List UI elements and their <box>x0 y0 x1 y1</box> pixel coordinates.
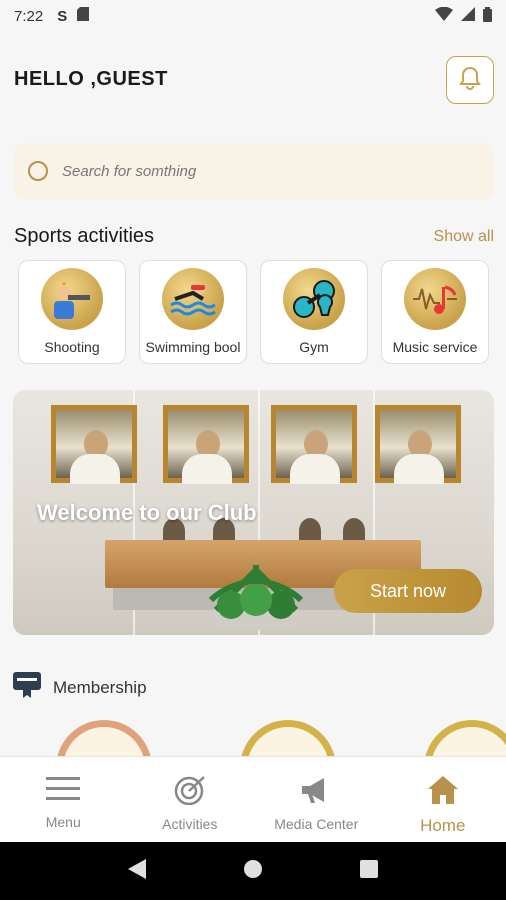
nav-label: Home <box>420 816 466 835</box>
portrait-frame <box>375 405 461 484</box>
greeting-title: HELLO ,GUEST <box>14 68 168 90</box>
target-icon <box>174 775 206 810</box>
membership-label: Membership <box>53 677 147 697</box>
bronze-tier-badge[interactable] <box>56 720 152 758</box>
sports-cards: Shooting Swimming bool Gym Music service <box>18 260 489 364</box>
nav-item-media-center[interactable]: Media Center <box>253 757 380 842</box>
membership-tiers <box>0 718 506 758</box>
membership-card-icon <box>13 672 41 703</box>
shooting-icon <box>41 268 103 330</box>
home-icon <box>427 775 459 810</box>
notifications-button[interactable] <box>446 56 494 104</box>
sport-label: Gym <box>299 339 329 355</box>
show-all-link[interactable]: Show all <box>434 228 494 246</box>
sport-label: Music service <box>392 339 478 355</box>
start-now-button[interactable]: Start now <box>334 569 482 613</box>
sport-card-shooting[interactable]: Shooting <box>18 260 126 364</box>
gold-tier-badge[interactable] <box>240 720 336 758</box>
megaphone-icon <box>300 775 332 810</box>
sport-label: Shooting <box>44 339 100 355</box>
bell-icon <box>459 66 481 95</box>
section-title-sports: Sports activities <box>14 225 155 247</box>
status-bar: 7:22 S <box>0 0 506 32</box>
home-circle-icon[interactable] <box>243 859 263 884</box>
battery-icon <box>483 6 492 26</box>
dumbbell-icon <box>283 268 345 330</box>
search-placeholder: Search for somthing <box>62 162 197 180</box>
nav-label: Menu <box>45 814 81 830</box>
sport-card-gym[interactable]: Gym <box>260 260 368 364</box>
clock: 7:22 <box>14 7 44 25</box>
sport-card-music[interactable]: Music service <box>381 260 489 364</box>
wifi-icon <box>435 6 453 25</box>
banner-title: Welcome to our Club <box>37 500 257 525</box>
nav-label: Media Center <box>274 816 359 832</box>
sport-label: Swimming bool <box>145 339 241 355</box>
nav-item-activities[interactable]: Activities <box>127 757 254 842</box>
gold-tier-badge-2[interactable] <box>424 720 506 758</box>
portrait-frame <box>163 405 249 484</box>
nav-label: Activities <box>162 816 218 832</box>
menu-icon <box>46 775 81 808</box>
music-icon <box>404 268 466 330</box>
swimming-icon <box>162 268 224 330</box>
nav-item-home[interactable]: Home <box>380 757 506 842</box>
portrait-frame <box>271 405 357 484</box>
system-navigation-bar <box>0 842 506 900</box>
plant-arrangement <box>206 565 306 630</box>
portrait-frame <box>51 405 137 484</box>
back-icon[interactable] <box>128 858 147 884</box>
recents-square-icon[interactable] <box>359 859 378 883</box>
sport-card-swimming[interactable]: Swimming bool <box>139 260 247 364</box>
signal-icon <box>461 7 475 25</box>
search-icon <box>28 161 48 181</box>
welcome-banner[interactable]: Welcome to our Club Start now <box>13 390 494 635</box>
bottom-navigation: Menu Activities Media Center Home <box>0 756 506 842</box>
membership-header: Membership <box>13 672 147 703</box>
search-bar[interactable]: Search for somthing <box>14 143 494 199</box>
nav-item-menu[interactable]: Menu <box>0 757 127 842</box>
s-icon: S <box>57 7 68 25</box>
sd-card-icon <box>77 7 90 25</box>
